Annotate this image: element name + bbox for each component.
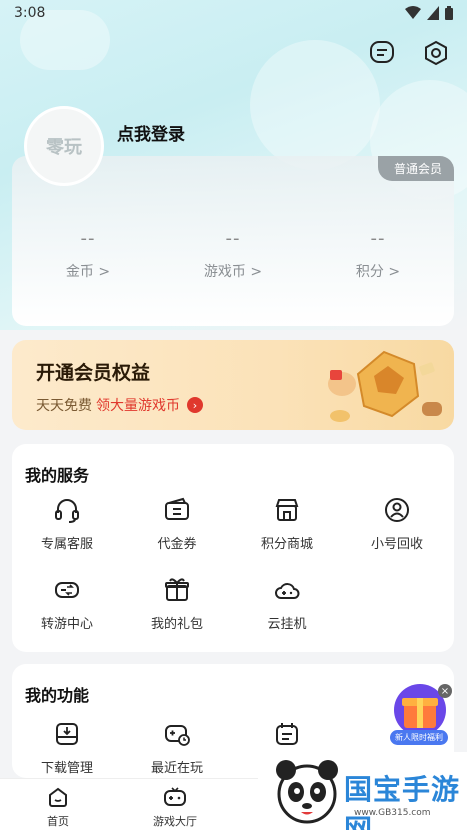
service-points-mall-label: 积分商城 — [260, 537, 313, 552]
stat-points-label: 积分 > — [355, 264, 401, 280]
wifi-icon — [405, 6, 421, 19]
home-icon — [49, 787, 67, 807]
download-tray-icon — [56, 723, 78, 745]
service-cloud-afk-label: 云挂机 — [267, 617, 307, 632]
battery-icon — [445, 6, 453, 20]
stat-game-coins-label: 游戏币 > — [203, 264, 263, 280]
gift-icon — [165, 578, 189, 601]
tab-home-label: 首页 — [47, 815, 69, 828]
service-game-transfer[interactable]: 转游中心 — [12, 576, 122, 632]
watermark-url: www.GB315.com — [354, 808, 431, 818]
stat-coins-value: -- — [80, 228, 96, 249]
signal-icon — [427, 6, 439, 20]
service-account-recycle-label: 小号回收 — [370, 537, 423, 552]
vip-banner-title: 开通会员权益 — [36, 362, 151, 384]
service-my-gifts-label: 我的礼包 — [150, 617, 203, 632]
panda-logo — [276, 760, 338, 824]
avatar-logo-text: 零玩 — [46, 137, 82, 158]
avatar[interactable]: 零玩 — [24, 106, 104, 186]
vip-sub-highlight: 领大量游戏币 — [96, 398, 180, 414]
service-points-mall[interactable]: 积分商城 — [232, 496, 342, 552]
stat-coins[interactable]: -- 金币 > — [28, 228, 148, 281]
service-vouchers-label: 代金券 — [157, 537, 197, 552]
stat-points[interactable]: -- 积分 > — [318, 228, 438, 281]
headset-icon — [55, 499, 79, 523]
function-recently-played[interactable]: 最近在玩 — [122, 720, 232, 776]
store-icon — [275, 499, 299, 521]
tab-game-hall-label: 游戏大厅 — [153, 815, 197, 828]
service-my-gifts[interactable]: 我的礼包 — [122, 576, 232, 632]
service-account-recycle[interactable]: 小号回收 — [342, 496, 452, 552]
services-card: 我的服务 专属客服 代金券 积分商城 小号回收 转游中心 我的礼包 云挂机 — [12, 444, 454, 652]
cloud-gamepad-icon — [275, 583, 300, 599]
login-link[interactable]: 点我登录 — [117, 120, 185, 145]
service-game-transfer-label: 转游中心 — [40, 617, 93, 632]
game-hall-icon — [164, 787, 186, 806]
service-customer-support-label: 专属客服 — [40, 537, 93, 552]
promo-label: 新人限时福利 — [390, 730, 448, 745]
recent-play-icon — [165, 725, 190, 746]
function-recently-played-label: 最近在玩 — [150, 761, 203, 776]
stat-points-value: -- — [370, 228, 386, 249]
chevron-right-icon: › — [187, 397, 203, 413]
stat-coins-label: 金币 > — [65, 264, 111, 280]
vip-sub-prefix: 天天免费 — [36, 398, 92, 414]
tab-game-hall[interactable]: 游戏大厅 — [130, 785, 220, 829]
status-time: 3:08 — [14, 5, 46, 21]
stat-game-coins[interactable]: -- 游戏币 > — [173, 228, 293, 281]
account-recycle-icon — [385, 498, 409, 522]
watermark: 国宝手游网 www.GB315.com — [258, 752, 467, 830]
newcomer-promo-float[interactable]: × 新人限时福利 — [388, 680, 452, 750]
member-level-badge: 普通会员 — [377, 156, 454, 181]
status-icons — [405, 6, 453, 20]
services-title: 我的服务 — [25, 466, 90, 485]
service-vouchers[interactable]: 代金券 — [122, 496, 232, 552]
settings-icon[interactable] — [421, 38, 451, 68]
functions-title: 我的功能 — [25, 686, 90, 705]
status-bar: 3:08 — [0, 0, 467, 26]
stat-game-coins-value: -- — [225, 228, 241, 249]
vip-banner[interactable]: 开通会员权益 天天免费 领大量游戏币 › — [12, 340, 454, 430]
calendar-icon — [276, 723, 298, 745]
gamepad-icon — [55, 582, 79, 598]
function-download-manager-label: 下载管理 — [40, 761, 93, 776]
vip-treasure-illustration — [328, 350, 442, 422]
tab-home[interactable]: 首页 — [13, 785, 103, 829]
function-download-manager[interactable]: 下载管理 — [12, 720, 122, 776]
watermark-brand: 国宝手游网 — [344, 773, 461, 830]
voucher-icon — [165, 497, 189, 520]
vip-banner-subtitle: 天天免费 领大量游戏币 › — [36, 395, 203, 415]
message-icon[interactable] — [367, 38, 397, 68]
service-cloud-afk[interactable]: 云挂机 — [232, 576, 342, 632]
close-icon[interactable]: × — [438, 684, 452, 698]
service-customer-support[interactable]: 专属客服 — [12, 496, 122, 552]
